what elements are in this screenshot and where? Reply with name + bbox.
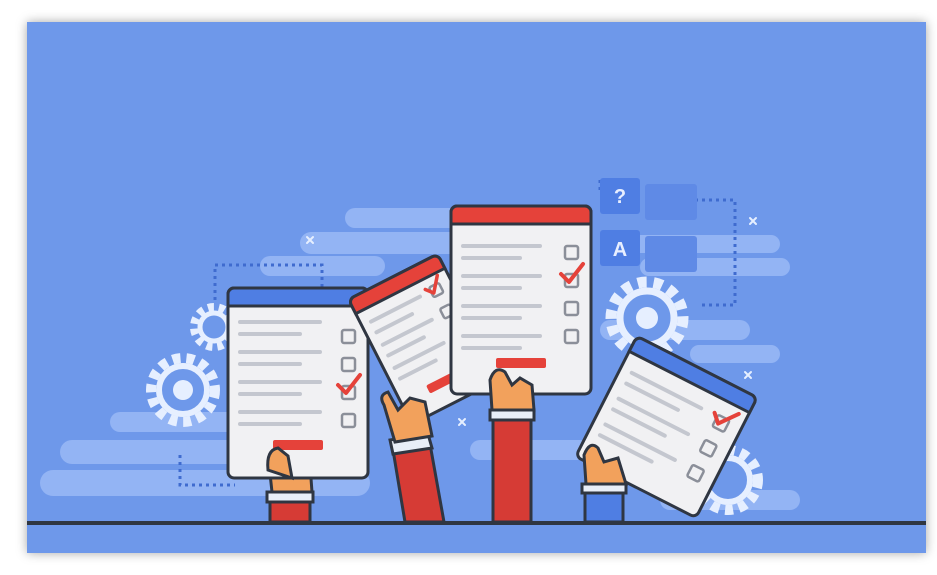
question-symbol: ? — [614, 186, 626, 208]
survey-card — [226, 286, 370, 480]
answer-symbol: A — [613, 239, 627, 261]
survey-card — [449, 204, 593, 396]
survey-illustration: ? A — [27, 22, 926, 553]
raised-hand — [580, 482, 628, 524]
ground-line — [27, 521, 926, 525]
raised-hand — [488, 408, 536, 524]
illustration-svg: ? A — [27, 22, 926, 553]
picture-frame: ? A — [0, 0, 937, 575]
